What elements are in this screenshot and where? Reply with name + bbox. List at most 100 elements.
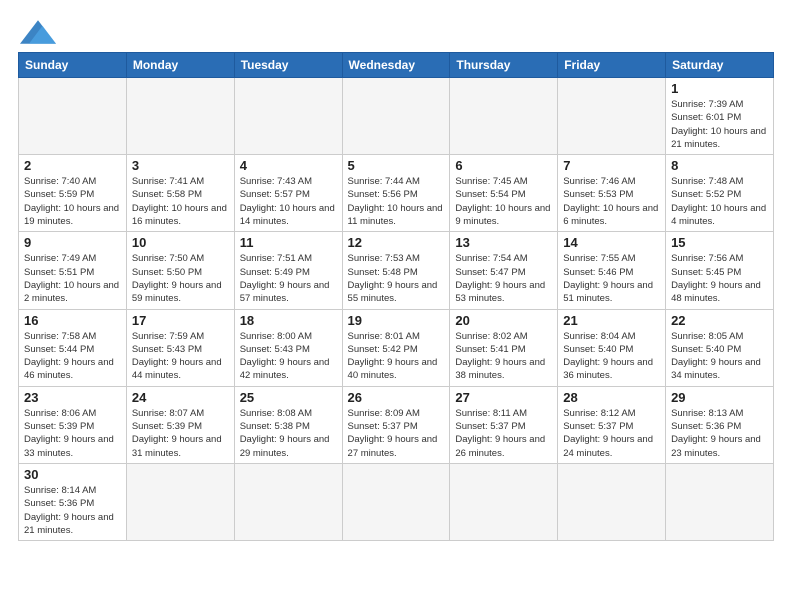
calendar-cell: 8 Sunrise: 7:48 AM Sunset: 5:52 PM Daylig…: [666, 155, 774, 232]
day-number: 24: [132, 390, 229, 405]
calendar-cell: [558, 78, 666, 155]
day-info: Sunrise: 8:13 AM Sunset: 5:36 PM Dayligh…: [671, 407, 768, 460]
calendar-cell: 11 Sunrise: 7:51 AM Sunset: 5:49 PM Dayli…: [234, 232, 342, 309]
day-info: Sunrise: 8:12 AM Sunset: 5:37 PM Dayligh…: [563, 407, 660, 460]
calendar-cell: 21Sunrise: 8:04 AM Sunset: 5:40 PM Dayli…: [558, 309, 666, 386]
day-info: Sunrise: 7:46 AM Sunset: 5:53 PM Dayligh…: [563, 175, 660, 228]
calendar-cell: 1 Sunrise: 7:39 AM Sunset: 6:01 PM Daylig…: [666, 78, 774, 155]
day-info: Sunrise: 7:55 AM Sunset: 5:46 PM Dayligh…: [563, 252, 660, 305]
day-header-friday: Friday: [558, 53, 666, 78]
calendar-cell: 28 Sunrise: 8:12 AM Sunset: 5:37 PM Dayli…: [558, 386, 666, 463]
calendar-week-row: 1 Sunrise: 7:39 AM Sunset: 6:01 PM Daylig…: [19, 78, 774, 155]
day-number: 7: [563, 158, 660, 173]
day-info: Sunrise: 7:40 AM Sunset: 5:59 PM Dayligh…: [24, 175, 121, 228]
logo-icon: [20, 18, 56, 46]
day-number: 5: [348, 158, 445, 173]
day-info: Sunrise: 7:58 AM Sunset: 5:44 PM Dayligh…: [24, 330, 121, 383]
calendar-cell: 15Sunrise: 7:56 AM Sunset: 5:45 PM Dayli…: [666, 232, 774, 309]
calendar-week-row: 30Sunrise: 8:14 AM Sunset: 5:36 PM Dayli…: [19, 463, 774, 540]
logo: [18, 18, 56, 40]
calendar-cell: 16 Sunrise: 7:58 AM Sunset: 5:44 PM Dayli…: [19, 309, 127, 386]
day-info: Sunrise: 7:51 AM Sunset: 5:49 PM Dayligh…: [240, 252, 337, 305]
calendar-header-row: SundayMondayTuesdayWednesdayThursdayFrid…: [19, 53, 774, 78]
day-info: Sunrise: 8:01 AM Sunset: 5:42 PM Dayligh…: [348, 330, 445, 383]
day-info: Sunrise: 7:49 AM Sunset: 5:51 PM Dayligh…: [24, 252, 121, 305]
day-number: 10: [132, 235, 229, 250]
day-info: Sunrise: 8:07 AM Sunset: 5:39 PM Dayligh…: [132, 407, 229, 460]
calendar-cell: 29 Sunrise: 8:13 AM Sunset: 5:36 PM Dayli…: [666, 386, 774, 463]
calendar-cell: [342, 78, 450, 155]
calendar-cell: 24 Sunrise: 8:07 AM Sunset: 5:39 PM Dayli…: [126, 386, 234, 463]
day-number: 25: [240, 390, 337, 405]
day-header-sunday: Sunday: [19, 53, 127, 78]
calendar-cell: 9 Sunrise: 7:49 AM Sunset: 5:51 PM Daylig…: [19, 232, 127, 309]
day-header-saturday: Saturday: [666, 53, 774, 78]
day-number: 30: [24, 467, 121, 482]
day-info: Sunrise: 8:11 AM Sunset: 5:37 PM Dayligh…: [455, 407, 552, 460]
calendar-cell: 2 Sunrise: 7:40 AM Sunset: 5:59 PM Daylig…: [19, 155, 127, 232]
day-info: Sunrise: 7:44 AM Sunset: 5:56 PM Dayligh…: [348, 175, 445, 228]
day-info: Sunrise: 7:50 AM Sunset: 5:50 PM Dayligh…: [132, 252, 229, 305]
calendar-cell: 25 Sunrise: 8:08 AM Sunset: 5:38 PM Dayli…: [234, 386, 342, 463]
day-info: Sunrise: 8:06 AM Sunset: 5:39 PM Dayligh…: [24, 407, 121, 460]
day-number: 13: [455, 235, 552, 250]
calendar-cell: [666, 463, 774, 540]
calendar-cell: 26Sunrise: 8:09 AM Sunset: 5:37 PM Dayli…: [342, 386, 450, 463]
day-number: 20: [455, 313, 552, 328]
calendar-cell: 12 Sunrise: 7:53 AM Sunset: 5:48 PM Dayli…: [342, 232, 450, 309]
day-info: Sunrise: 7:43 AM Sunset: 5:57 PM Dayligh…: [240, 175, 337, 228]
calendar-cell: [126, 463, 234, 540]
calendar-week-row: 23 Sunrise: 8:06 AM Sunset: 5:39 PM Dayli…: [19, 386, 774, 463]
day-header-wednesday: Wednesday: [342, 53, 450, 78]
day-number: 17: [132, 313, 229, 328]
page: SundayMondayTuesdayWednesdayThursdayFrid…: [0, 0, 792, 551]
calendar-cell: 17 Sunrise: 7:59 AM Sunset: 5:43 PM Dayli…: [126, 309, 234, 386]
calendar-cell: [450, 463, 558, 540]
day-info: Sunrise: 8:08 AM Sunset: 5:38 PM Dayligh…: [240, 407, 337, 460]
calendar-cell: 19Sunrise: 8:01 AM Sunset: 5:42 PM Dayli…: [342, 309, 450, 386]
day-number: 2: [24, 158, 121, 173]
calendar-week-row: 2 Sunrise: 7:40 AM Sunset: 5:59 PM Daylig…: [19, 155, 774, 232]
calendar-cell: 10 Sunrise: 7:50 AM Sunset: 5:50 PM Dayli…: [126, 232, 234, 309]
calendar-cell: 22 Sunrise: 8:05 AM Sunset: 5:40 PM Dayli…: [666, 309, 774, 386]
calendar-week-row: 9 Sunrise: 7:49 AM Sunset: 5:51 PM Daylig…: [19, 232, 774, 309]
day-info: Sunrise: 7:56 AM Sunset: 5:45 PM Dayligh…: [671, 252, 768, 305]
calendar-cell: 30Sunrise: 8:14 AM Sunset: 5:36 PM Dayli…: [19, 463, 127, 540]
day-info: Sunrise: 7:54 AM Sunset: 5:47 PM Dayligh…: [455, 252, 552, 305]
day-number: 21: [563, 313, 660, 328]
calendar-week-row: 16 Sunrise: 7:58 AM Sunset: 5:44 PM Dayli…: [19, 309, 774, 386]
day-number: 18: [240, 313, 337, 328]
calendar-cell: 7 Sunrise: 7:46 AM Sunset: 5:53 PM Daylig…: [558, 155, 666, 232]
day-info: Sunrise: 7:48 AM Sunset: 5:52 PM Dayligh…: [671, 175, 768, 228]
day-number: 8: [671, 158, 768, 173]
day-info: Sunrise: 7:59 AM Sunset: 5:43 PM Dayligh…: [132, 330, 229, 383]
day-info: Sunrise: 8:02 AM Sunset: 5:41 PM Dayligh…: [455, 330, 552, 383]
day-number: 28: [563, 390, 660, 405]
day-number: 14: [563, 235, 660, 250]
day-number: 29: [671, 390, 768, 405]
calendar-cell: 23 Sunrise: 8:06 AM Sunset: 5:39 PM Dayli…: [19, 386, 127, 463]
day-info: Sunrise: 7:45 AM Sunset: 5:54 PM Dayligh…: [455, 175, 552, 228]
calendar-cell: [234, 463, 342, 540]
day-number: 11: [240, 235, 337, 250]
calendar-cell: 18Sunrise: 8:00 AM Sunset: 5:43 PM Dayli…: [234, 309, 342, 386]
day-number: 3: [132, 158, 229, 173]
day-number: 23: [24, 390, 121, 405]
day-info: Sunrise: 8:05 AM Sunset: 5:40 PM Dayligh…: [671, 330, 768, 383]
calendar-cell: 13 Sunrise: 7:54 AM Sunset: 5:47 PM Dayli…: [450, 232, 558, 309]
calendar-cell: [234, 78, 342, 155]
day-number: 9: [24, 235, 121, 250]
day-number: 12: [348, 235, 445, 250]
day-number: 1: [671, 81, 768, 96]
calendar-cell: [558, 463, 666, 540]
header: [18, 18, 774, 40]
day-info: Sunrise: 7:53 AM Sunset: 5:48 PM Dayligh…: [348, 252, 445, 305]
day-number: 16: [24, 313, 121, 328]
calendar-cell: 5 Sunrise: 7:44 AM Sunset: 5:56 PM Daylig…: [342, 155, 450, 232]
day-header-thursday: Thursday: [450, 53, 558, 78]
calendar-cell: 3Sunrise: 7:41 AM Sunset: 5:58 PM Daylig…: [126, 155, 234, 232]
calendar-cell: [450, 78, 558, 155]
day-number: 22: [671, 313, 768, 328]
day-number: 4: [240, 158, 337, 173]
day-info: Sunrise: 7:39 AM Sunset: 6:01 PM Dayligh…: [671, 98, 768, 151]
